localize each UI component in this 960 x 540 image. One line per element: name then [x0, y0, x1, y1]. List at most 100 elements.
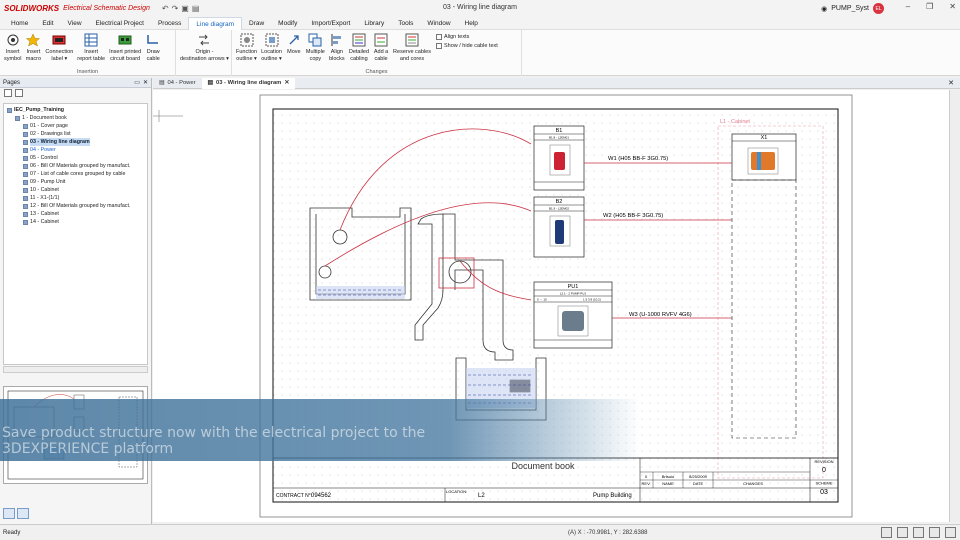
close-icon[interactable]: ✕	[949, 2, 956, 11]
user-account[interactable]: ◉ PUMP_Syst EL	[821, 3, 884, 14]
expand-tree-icon[interactable]	[4, 89, 12, 97]
add-cable-button[interactable]: Add a cable	[373, 32, 389, 62]
insert-report-table-button[interactable]: Insert report table	[77, 32, 105, 62]
component-pu1[interactable]: PU1 L2.1 - 2 PUMP PU1 0 → 10 1 5 3 8 (10…	[533, 281, 613, 349]
detailed-cabling-button[interactable]: Detailed cabling	[349, 32, 369, 62]
insert-pcb-button[interactable]: Insert printed circuit board	[109, 32, 141, 62]
pu1-ref: PU1	[568, 284, 579, 290]
reserve-cables-button[interactable]: Reserve cables and cores	[393, 32, 431, 62]
page-icon	[23, 219, 28, 225]
tree-item[interactable]: 07 - List of cable cores grouped by cabl…	[7, 170, 144, 178]
tree-item[interactable]: 05 - Control	[7, 154, 144, 162]
menu-library[interactable]: Library	[357, 17, 391, 30]
document-tab-label: 04 - Power	[167, 79, 196, 86]
tree-item[interactable]: 06 - Bill Of Materials grouped by manufa…	[7, 162, 144, 170]
user-avatar[interactable]: EL	[873, 3, 884, 14]
building-name: Pump Building	[593, 493, 632, 499]
page-icon	[23, 203, 28, 209]
align-texts-button[interactable]: Align texts	[435, 34, 498, 40]
tree-item[interactable]: 14 - Cabinet	[7, 218, 144, 226]
document-tab[interactable]: ▤ 04 - Power	[153, 78, 202, 89]
pu1-row-left: 0 → 10	[537, 298, 547, 302]
tree-horizontal-scrollbar[interactable]	[3, 366, 148, 373]
align-texts-icon	[435, 34, 442, 40]
menu-line-diagram[interactable]: Line diagram	[188, 16, 242, 30]
arrows-icon	[196, 32, 212, 48]
tree-item[interactable]: 01 - Cover page	[7, 122, 144, 130]
menu-home[interactable]: Home	[4, 17, 35, 30]
tree-item[interactable]: 13 - Cabinet	[7, 210, 144, 218]
menu-icon[interactable]	[929, 527, 940, 538]
terminal-block-icon	[751, 152, 775, 170]
snap-icon[interactable]	[913, 527, 924, 538]
save-icon[interactable]: ▣	[181, 4, 189, 13]
tree-item[interactable]: 10 - Cabinet	[7, 186, 144, 194]
menu-import-export[interactable]: Import/Export	[304, 17, 357, 30]
tree-item[interactable]: 02 - Drawings list	[7, 130, 144, 138]
cable-view-icon[interactable]	[945, 527, 956, 538]
tree-item-label: 10 - Cabinet	[30, 187, 59, 193]
menu-view[interactable]: View	[61, 17, 89, 30]
tree-item[interactable]: 1 - Document book	[7, 114, 144, 122]
detailed-cabling-label: Detailed cabling	[348, 49, 370, 62]
close-document-icon[interactable]: ✕	[948, 79, 954, 87]
function-outline-button[interactable]: Function outline ▾	[236, 32, 257, 62]
close-tab-icon[interactable]: ✕	[284, 78, 289, 89]
tree-item[interactable]: 09 - Pump Unit	[7, 178, 144, 186]
redo-icon[interactable]: ↷	[172, 4, 179, 13]
insert-macro-button[interactable]: Insert macro	[25, 32, 41, 62]
align-blocks-button[interactable]: Align blocks	[329, 32, 345, 62]
panel-close-icon[interactable]: ✕	[143, 79, 148, 86]
menu-process[interactable]: Process	[151, 17, 188, 30]
insert-symbol-button[interactable]: Insert symbol	[4, 32, 21, 62]
menu-window[interactable]: Window	[420, 17, 457, 30]
component-b2[interactable]: B2 B1.9 - L2EM02	[533, 196, 585, 258]
product-name: Electrical Schematic Design	[63, 5, 150, 12]
grid-icon[interactable]	[881, 527, 892, 538]
revision-label: REVISION	[814, 459, 833, 464]
refresh-icon[interactable]	[17, 508, 29, 519]
document-tab[interactable]: ▤ 03 - Wiring line diagram ✕	[201, 77, 296, 89]
minimize-icon[interactable]: –	[906, 2, 910, 11]
show-hide-cable-text-button[interactable]: Show / hide cable text	[435, 43, 498, 49]
zoom-icon[interactable]	[3, 508, 15, 519]
menu-electrical-project[interactable]: Electrical Project	[89, 17, 151, 30]
changes-small-buttons: Align texts Show / hide cable text	[433, 32, 498, 49]
tree-item[interactable]: 11 - X1-(1/1)	[7, 194, 144, 202]
tree-item[interactable]: 04 - Power	[7, 146, 144, 154]
tree-item-label: 11 - X1-(1/1)	[30, 195, 60, 201]
tree-item[interactable]: 12 - Bill Of Materials grouped by manufa…	[7, 202, 144, 210]
rev-row-date: 8/25/2009	[689, 474, 708, 479]
menu-edit[interactable]: Edit	[35, 17, 60, 30]
project-icon	[7, 107, 12, 113]
page-icon	[23, 179, 28, 185]
multiple-copy-button[interactable]: Multiple copy	[306, 32, 325, 62]
restore-icon[interactable]: ❐	[926, 2, 933, 11]
location-outline-button[interactable]: Location outline ▾	[261, 32, 282, 62]
component-x1[interactable]: X1	[731, 133, 797, 181]
rev-header-rev: REV.	[642, 481, 651, 486]
tree-item[interactable]: IEC_Pump_Training	[7, 106, 144, 114]
menu-tools[interactable]: Tools	[391, 17, 420, 30]
tree-item[interactable]: 03 - Wiring line diagram	[7, 138, 144, 146]
undo-icon[interactable]: ↶	[162, 4, 169, 13]
ortho-icon[interactable]	[897, 527, 908, 538]
canvas-vertical-scrollbar[interactable]	[949, 90, 960, 522]
document-icon[interactable]	[15, 89, 23, 97]
cable-w2-label: W2 (H05 BB-F 3G0.75)	[603, 213, 663, 219]
menu-modify[interactable]: Modify	[271, 17, 304, 30]
menu-help[interactable]: Help	[458, 17, 485, 30]
component-b1[interactable]: B1 B1.8 - L2EM01	[533, 125, 585, 191]
add-cable-label: Add a cable	[373, 49, 389, 62]
menu-draw[interactable]: Draw	[242, 17, 271, 30]
pin-icon[interactable]: ▭	[134, 79, 140, 86]
align-texts-label: Align texts	[443, 34, 470, 40]
move-button[interactable]: Move	[286, 32, 302, 56]
print-icon[interactable]: ▤	[192, 4, 200, 13]
page-icon	[23, 187, 28, 193]
origin-destination-arrows-button[interactable]: Origin - destination arrows ▾	[180, 32, 229, 62]
connection-label-button[interactable]: Connection label ▾	[45, 32, 73, 62]
cable-w3-label: W3 (U-1000 RVFV 4G6)	[629, 312, 692, 318]
page-icon	[23, 195, 28, 201]
draw-cable-button[interactable]: Draw cable	[145, 32, 161, 62]
